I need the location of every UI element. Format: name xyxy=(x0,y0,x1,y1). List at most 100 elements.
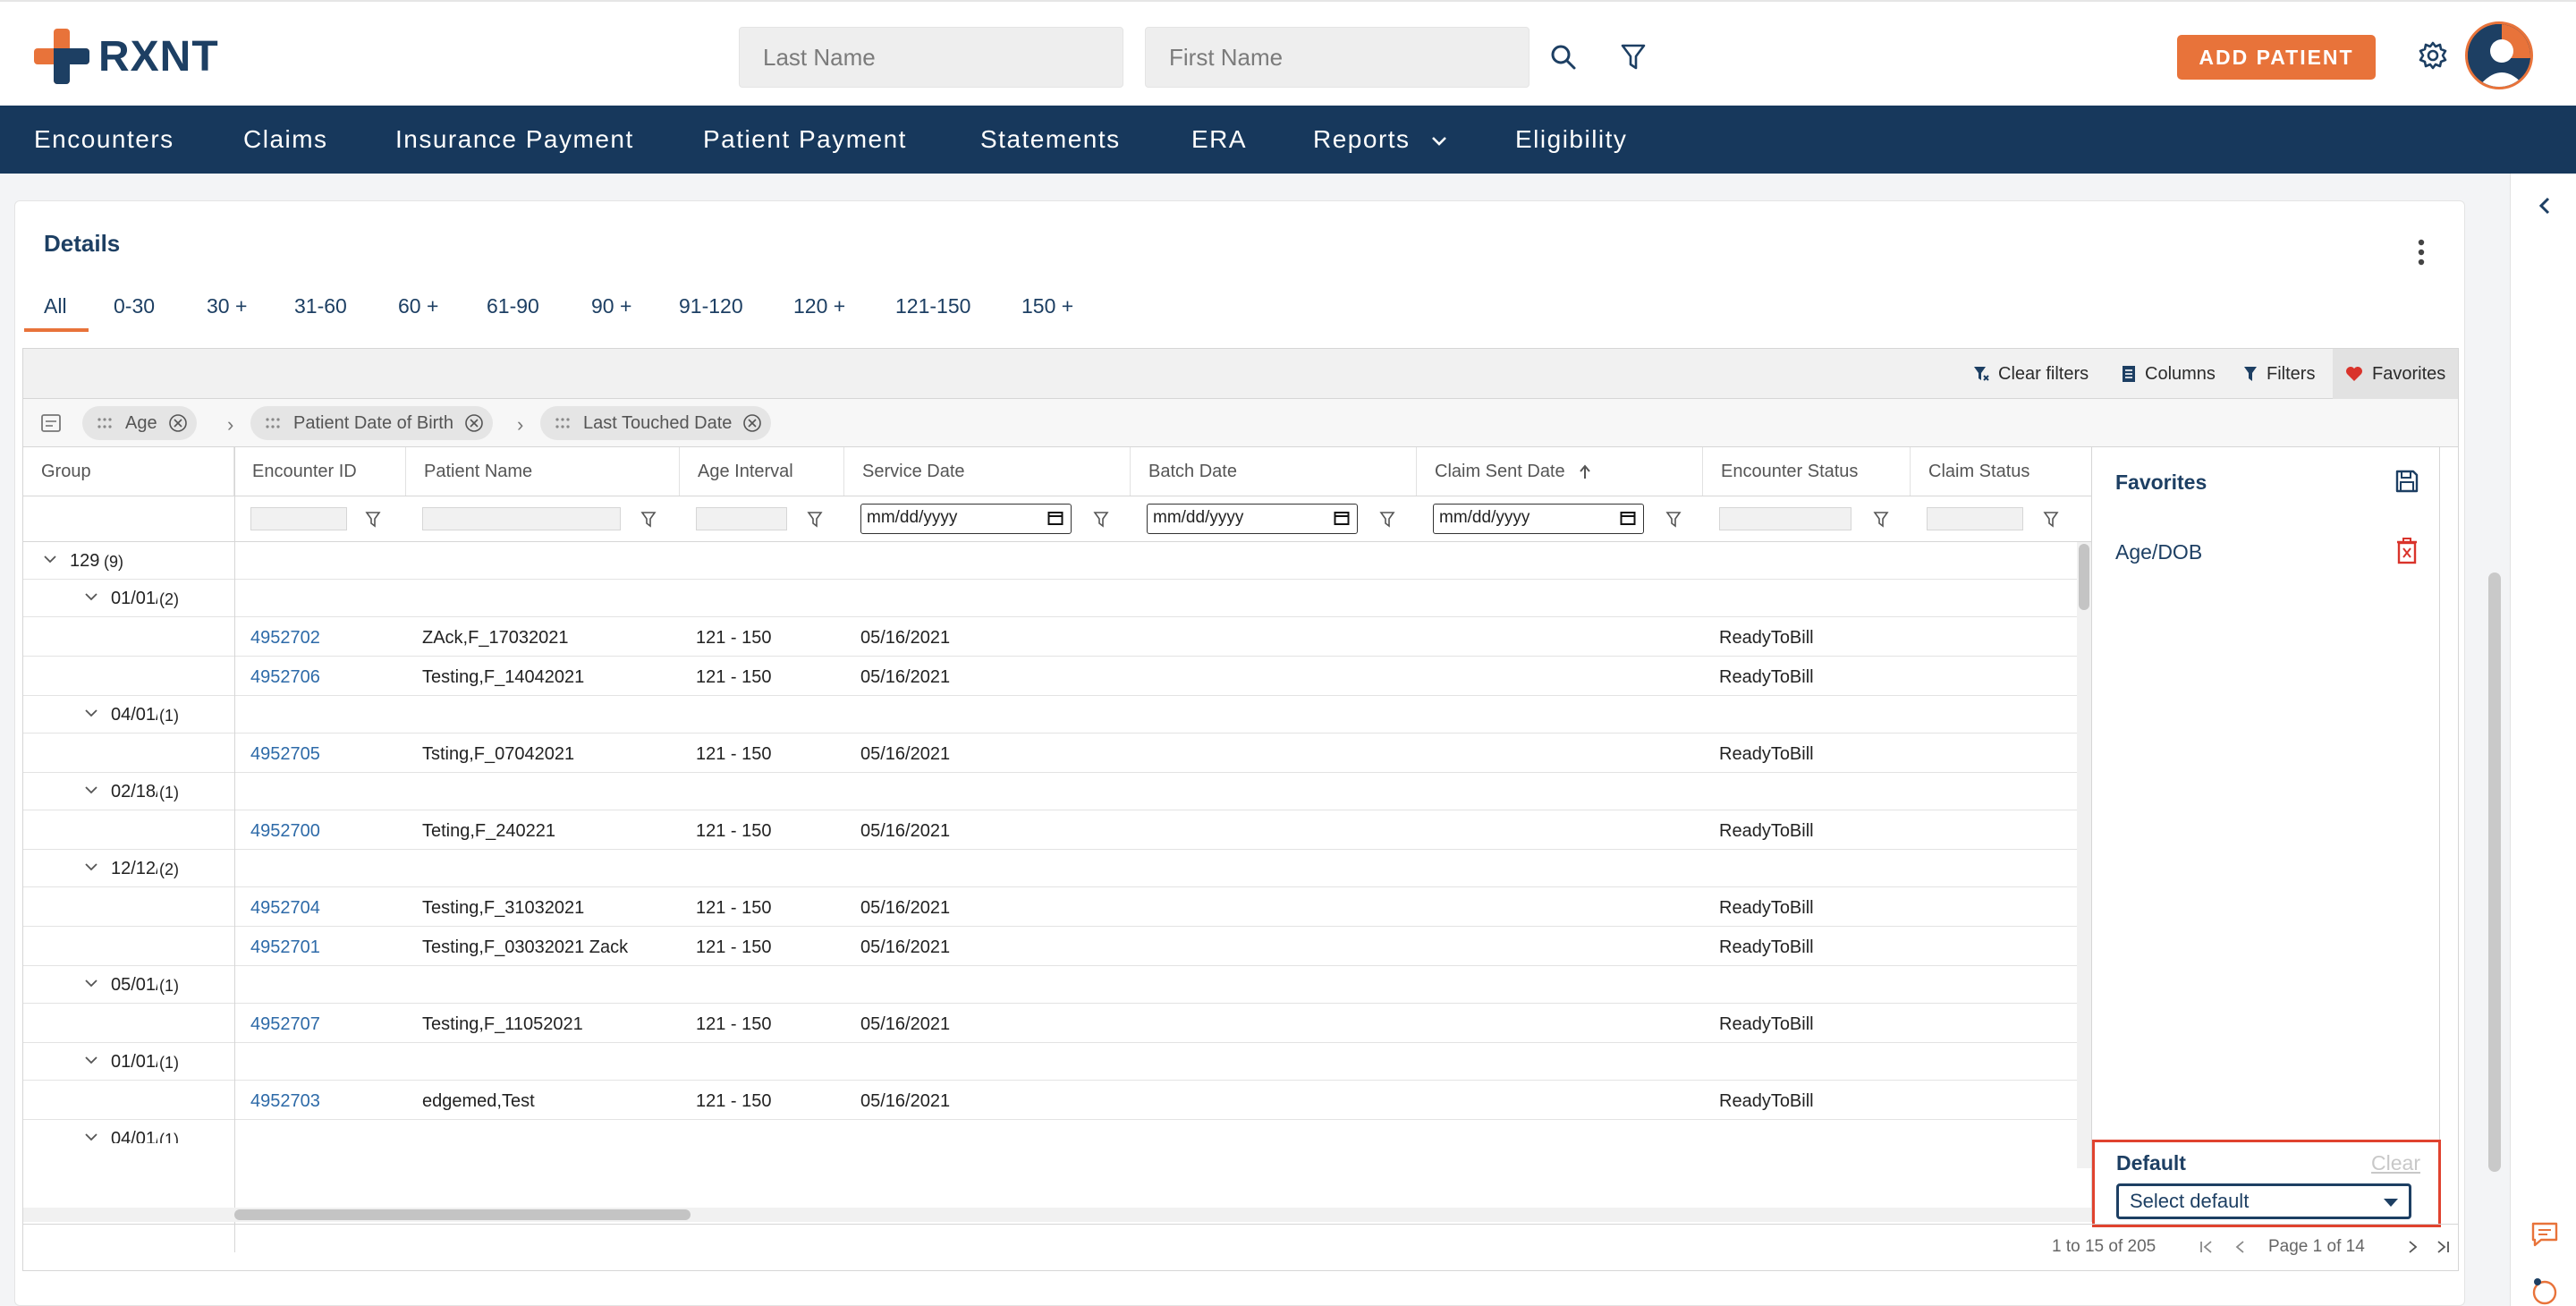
encounter-status-filter-input[interactable] xyxy=(1719,507,1852,530)
encounter-id-cell[interactable]: 4952707 xyxy=(250,1014,320,1035)
group-row[interactable]: 02/18/2((1) xyxy=(23,773,2091,810)
column-header-patient-name[interactable]: Patient Name xyxy=(406,447,680,496)
group-row[interactable]: 01/01/1!(1) xyxy=(23,1043,2091,1081)
column-header-encounter-id[interactable]: Encounter ID xyxy=(234,447,406,496)
add-patient-button[interactable]: ADD PATIENT xyxy=(2177,35,2376,80)
tab-90-plus[interactable]: 90 + xyxy=(591,294,631,318)
tab-all[interactable]: All xyxy=(44,294,67,318)
table-row[interactable]: 4952701 Testing,F_03032021 Zack 121 - 150 0… xyxy=(23,927,2091,966)
chevron-down-icon[interactable] xyxy=(43,555,57,565)
chevron-down-icon[interactable] xyxy=(84,785,98,796)
batch-date-filter-input[interactable]: mm/dd/yyyy xyxy=(1147,504,1358,534)
table-row[interactable]: 4952703 edgemed,Test 121 - 150 05/16/2021 Re… xyxy=(23,1081,2091,1120)
nav-item-insurance-payment[interactable]: Insurance Payment xyxy=(395,106,634,174)
help-icon[interactable] xyxy=(2529,1276,2561,1306)
clear-filters-button[interactable]: Clear filters xyxy=(1973,349,2089,399)
tab-31-60[interactable]: 31-60 xyxy=(294,294,347,318)
claim-status-filter-input[interactable] xyxy=(1927,507,2023,530)
group-row[interactable]: 04/01/2((1) xyxy=(23,696,2091,734)
filters-button[interactable]: Filters xyxy=(2243,349,2315,399)
save-icon[interactable] xyxy=(2393,467,2421,496)
funnel-icon[interactable] xyxy=(807,511,823,529)
calendar-icon[interactable] xyxy=(1334,510,1350,526)
delete-icon[interactable] xyxy=(2393,535,2421,567)
gear-icon[interactable] xyxy=(2413,36,2453,75)
table-row[interactable]: 4952706 Testing,F_14042021 121 - 150 05/16/… xyxy=(23,657,2091,696)
encounter-id-cell[interactable]: 4952702 xyxy=(250,628,320,649)
table-row[interactable]: 4952700 Teting,F_240221 121 - 150 05/16/202… xyxy=(23,810,2091,850)
table-row[interactable]: 4952705 Tsting,F_07042021 121 - 150 05/16/2… xyxy=(23,734,2091,773)
nav-item-claims[interactable]: Claims xyxy=(243,106,328,174)
group-panel-icon[interactable] xyxy=(39,411,63,435)
search-icon[interactable] xyxy=(1544,38,1583,77)
last-name-input[interactable]: Last Name xyxy=(739,27,1123,88)
page-scrollbar[interactable] xyxy=(2488,572,2501,1172)
group-row[interactable]: 04/01/1!(1) xyxy=(23,1120,2091,1143)
column-header-age-interval[interactable]: Age Interval xyxy=(680,447,844,496)
user-avatar[interactable] xyxy=(2465,21,2533,89)
encounter-id-cell[interactable]: 4952705 xyxy=(250,744,320,765)
group-chip-last-touched[interactable]: Last Touched Date xyxy=(540,406,772,440)
funnel-icon[interactable] xyxy=(1665,511,1682,529)
calendar-icon[interactable] xyxy=(1047,510,1063,526)
table-row[interactable]: 4952704 Testing,F_31032021 121 - 150 05/16/… xyxy=(23,887,2091,927)
funnel-icon[interactable] xyxy=(1379,511,1395,529)
chevron-down-icon[interactable] xyxy=(84,1132,98,1143)
grid-vertical-scrollbar[interactable] xyxy=(2077,542,2091,1168)
encounter-id-cell[interactable]: 4952701 xyxy=(250,937,320,958)
column-header-claim-sent-date[interactable]: Claim Sent Date xyxy=(1417,447,1703,496)
age-interval-filter-input[interactable] xyxy=(696,507,787,530)
encounter-id-cell[interactable]: 4952706 xyxy=(250,667,320,688)
select-default-dropdown[interactable]: Select default xyxy=(2116,1183,2411,1219)
favorites-button[interactable]: Favorites xyxy=(2333,349,2458,399)
group-row[interactable]: 12/12/2((2) xyxy=(23,850,2091,887)
tab-30-plus[interactable]: 30 + xyxy=(207,294,247,318)
tab-150-plus[interactable]: 150 + xyxy=(1021,294,1073,318)
patient-name-filter-input[interactable] xyxy=(422,507,621,530)
group-row[interactable]: 01/01/2((2) xyxy=(23,580,2091,617)
column-header-claim-status[interactable]: Claim Status xyxy=(1911,447,2077,496)
funnel-icon[interactable] xyxy=(2043,511,2059,529)
encounter-id-filter-input[interactable] xyxy=(250,507,347,530)
chevron-down-icon[interactable] xyxy=(84,592,98,603)
funnel-icon[interactable] xyxy=(365,511,381,529)
grid-horizontal-scrollbar[interactable] xyxy=(23,1208,2091,1222)
encounter-id-cell[interactable]: 4952703 xyxy=(250,1091,320,1112)
next-page-icon[interactable] xyxy=(2404,1239,2420,1255)
tab-91-120[interactable]: 91-120 xyxy=(679,294,743,318)
remove-icon[interactable] xyxy=(464,413,484,433)
nav-item-reports[interactable]: Reports xyxy=(1313,106,1447,174)
sort-ascending-icon[interactable] xyxy=(1579,464,1591,480)
funnel-icon[interactable] xyxy=(1873,511,1889,529)
funnel-icon[interactable] xyxy=(640,511,657,529)
table-row[interactable]: 4952702 ZAck,F_17032021 121 - 150 05/16/202… xyxy=(23,617,2091,657)
chevron-left-icon[interactable] xyxy=(2532,193,2557,218)
tab-0-30[interactable]: 0-30 xyxy=(114,294,155,318)
group-row[interactable]: 129 (9) xyxy=(23,542,2091,580)
claim-sent-date-filter-input[interactable]: mm/dd/yyyy xyxy=(1433,504,1644,534)
last-page-icon[interactable] xyxy=(2435,1239,2451,1255)
encounter-id-cell[interactable]: 4952704 xyxy=(250,898,320,919)
filter-icon[interactable] xyxy=(1614,38,1653,77)
chevron-down-icon[interactable] xyxy=(84,979,98,989)
nav-item-encounters[interactable]: Encounters xyxy=(34,106,174,174)
more-options-icon[interactable] xyxy=(2412,235,2430,271)
drag-handle-icon[interactable] xyxy=(97,417,113,429)
tab-61-90[interactable]: 61-90 xyxy=(487,294,539,318)
first-page-icon[interactable] xyxy=(2199,1239,2215,1255)
funnel-icon[interactable] xyxy=(1093,511,1109,529)
clear-default-link[interactable]: Clear xyxy=(2371,1151,2420,1175)
chevron-down-icon[interactable] xyxy=(84,708,98,719)
nav-item-era[interactable]: ERA xyxy=(1191,106,1247,174)
favorite-item[interactable]: Age/DOB xyxy=(2115,540,2202,564)
previous-page-icon[interactable] xyxy=(2233,1239,2249,1255)
remove-icon[interactable] xyxy=(168,413,188,433)
group-chip-age[interactable]: Age xyxy=(82,406,197,440)
tab-60-plus[interactable]: 60 + xyxy=(398,294,438,318)
column-header-encounter-status[interactable]: Encounter Status xyxy=(1703,447,1911,496)
calendar-icon[interactable] xyxy=(1620,510,1636,526)
service-date-filter-input[interactable]: mm/dd/yyyy xyxy=(860,504,1072,534)
remove-icon[interactable] xyxy=(742,413,762,433)
chevron-down-icon[interactable] xyxy=(84,1056,98,1066)
columns-button[interactable]: Columns xyxy=(2122,349,2216,399)
